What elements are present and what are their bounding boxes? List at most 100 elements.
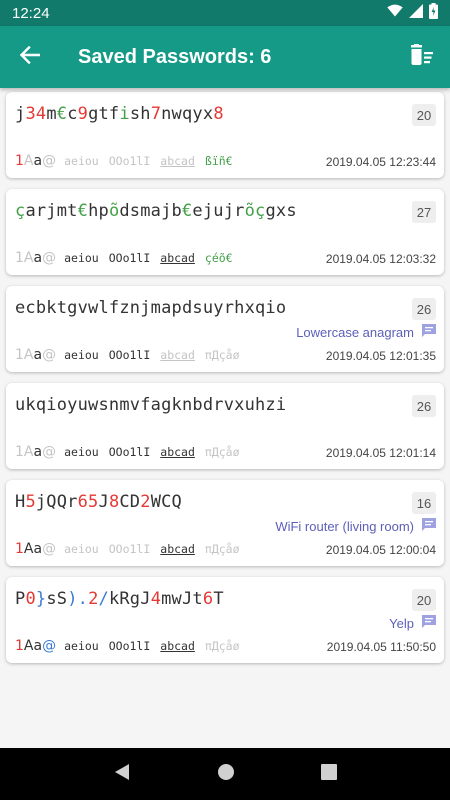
- navigation-bar: [0, 748, 450, 800]
- password-segment: H: [15, 492, 26, 512]
- feature-indicators: 1Aa@ aeiou OOo1lI abcad πДçåø: [15, 638, 250, 654]
- special-chars-indicator: ßïñ€: [204, 154, 233, 168]
- case-glyph: a: [33, 541, 43, 557]
- sequence-indicator: abcad: [160, 348, 195, 362]
- page-title: Saved Passwords: 6: [78, 45, 272, 68]
- password-segment: ).: [67, 589, 89, 609]
- similar-chars-indicator: OOo1lI: [108, 639, 151, 653]
- sequence-indicator: abcad: [160, 154, 195, 168]
- sequence-indicator: abcad: [160, 251, 195, 265]
- vowels-indicator: aeiou: [64, 542, 99, 556]
- password-segment: arjmt: [25, 201, 78, 221]
- case-glyph: @: [42, 444, 57, 460]
- status-bar: 12:24: [0, 0, 450, 26]
- case-indicator: 1Aa@: [15, 347, 56, 363]
- password-segment: 2: [140, 492, 151, 512]
- password-card[interactable]: ukqioyuwsnmvfagknbdrvxuhzi 26 1Aa@ aeiou O…: [6, 383, 444, 469]
- arrow-left-icon: [19, 45, 41, 69]
- feature-indicators: 1Aa@ aeiou OOo1lI abcad πДçåø: [15, 347, 250, 363]
- status-time: 12:24: [12, 4, 50, 22]
- similar-chars-indicator: OOo1lI: [108, 154, 151, 168]
- case-glyph: A: [23, 541, 34, 557]
- password-segment: 5: [25, 492, 36, 512]
- password-segment: gxs: [265, 201, 297, 221]
- case-glyph: A: [23, 250, 34, 266]
- password-segment: ukqioyuwsnmvfagknbdrvxuhzi: [15, 395, 287, 415]
- saved-date: 2019.04.05 12:00:04: [325, 543, 436, 557]
- password-segment: 2: [88, 589, 99, 609]
- case-glyph: 1: [15, 444, 24, 460]
- password-segment: 4: [150, 589, 162, 609]
- case-glyph: a: [33, 347, 43, 363]
- password-segment: P: [15, 589, 26, 609]
- delete-sweep-icon: [410, 43, 434, 71]
- password-segment: 7: [150, 104, 162, 124]
- password-card[interactable]: ecbktgvwlfznjmapdsuyrhxqio 26 Lowercase …: [6, 286, 444, 372]
- password-note[interactable]: WiFi router (living room): [275, 518, 436, 534]
- special-chars-indicator: çéõ€: [204, 251, 233, 265]
- password-text: çarjmt€hpõdsmajb€ejujrõçgxs: [15, 201, 297, 221]
- password-card[interactable]: çarjmt€hpõdsmajb€ejujrõçgxs 27 1Aa@ aeiou…: [6, 189, 444, 275]
- vowels-indicator: aeiou: [64, 639, 99, 653]
- password-segment: €: [181, 201, 193, 221]
- password-text: ukqioyuwsnmvfagknbdrvxuhzi: [15, 395, 286, 415]
- password-note[interactable]: Yelp: [389, 615, 436, 631]
- note-label: WiFi router (living room): [275, 518, 414, 534]
- password-segment: T: [213, 589, 224, 609]
- case-indicator: 1Aa@: [15, 250, 56, 266]
- length-badge: 26: [412, 298, 436, 320]
- system-icons: [387, 2, 438, 24]
- nav-back-icon[interactable]: [113, 763, 131, 786]
- nav-recents-icon[interactable]: [321, 763, 337, 785]
- case-indicator: 1Aa@: [15, 153, 56, 169]
- password-segment: ecbktgvwlfznjmapdsuyrhxqio: [15, 298, 287, 318]
- case-indicator: 1Aa@: [15, 444, 56, 460]
- case-glyph: @: [42, 153, 57, 169]
- note-label: Lowercase anagram: [296, 324, 414, 340]
- password-segment: i: [119, 104, 130, 124]
- password-card[interactable]: H5jQQr65J8CD2WCQ 16 WiFi router (living …: [6, 480, 444, 566]
- similar-chars-indicator: OOo1lI: [108, 348, 151, 362]
- vowels-indicator: aeiou: [64, 348, 99, 362]
- case-glyph: @: [42, 541, 57, 557]
- password-text: H5jQQr65J8CD2WCQ: [15, 492, 182, 512]
- saved-date: 2019.04.05 12:01:35: [325, 349, 436, 363]
- case-glyph: a: [33, 250, 43, 266]
- password-segment: c: [67, 104, 78, 124]
- password-segment: 8: [108, 492, 120, 512]
- special-chars-indicator: πДçåø: [204, 542, 240, 556]
- password-segment: /: [98, 589, 109, 609]
- length-badge: 16: [412, 492, 436, 514]
- comment-icon: [422, 324, 436, 340]
- nav-home-icon[interactable]: [217, 763, 235, 786]
- password-segment: hp: [88, 201, 109, 221]
- password-segment: 65: [77, 492, 99, 512]
- password-note[interactable]: Lowercase anagram: [296, 324, 436, 340]
- case-glyph: @: [42, 347, 57, 363]
- password-segment: j: [15, 104, 26, 124]
- password-list: j34m€c9gtfish7nwqyx8 20 1Aa@ aeiou OOo1lI a…: [0, 88, 450, 748]
- password-segment: CD: [119, 492, 141, 512]
- password-segment: ejujr: [192, 201, 245, 221]
- password-text: P0}sS).2/kRgJ4mwJt6T: [15, 589, 224, 609]
- password-card[interactable]: j34m€c9gtfish7nwqyx8 20 1Aa@ aeiou OOo1lI a…: [6, 92, 444, 178]
- password-card[interactable]: P0}sS).2/kRgJ4mwJt6T 20 Yelp 1Aa@ aeiou OO…: [6, 577, 444, 663]
- saved-date: 2019.04.05 12:01:14: [325, 446, 436, 460]
- password-segment: jQQr: [35, 492, 78, 512]
- case-glyph: a: [33, 638, 43, 654]
- special-chars-indicator: πДçåø: [204, 639, 240, 653]
- note-label: Yelp: [389, 615, 414, 631]
- back-button[interactable]: [0, 26, 60, 88]
- case-glyph: a: [33, 444, 43, 460]
- case-glyph: 1: [15, 347, 24, 363]
- feature-indicators: 1Aa@ aeiou OOo1lI abcad ßïñ€: [15, 153, 243, 169]
- sequence-indicator: abcad: [160, 445, 195, 459]
- length-badge: 26: [412, 395, 436, 417]
- feature-indicators: 1Aa@ aeiou OOo1lI abcad çéõ€: [15, 250, 243, 266]
- clear-all-button[interactable]: [394, 26, 450, 88]
- signal-icon: [409, 3, 423, 23]
- similar-chars-indicator: OOo1lI: [108, 445, 151, 459]
- length-badge: 20: [412, 104, 436, 126]
- password-segment: J: [98, 492, 109, 512]
- length-badge: 20: [412, 589, 436, 611]
